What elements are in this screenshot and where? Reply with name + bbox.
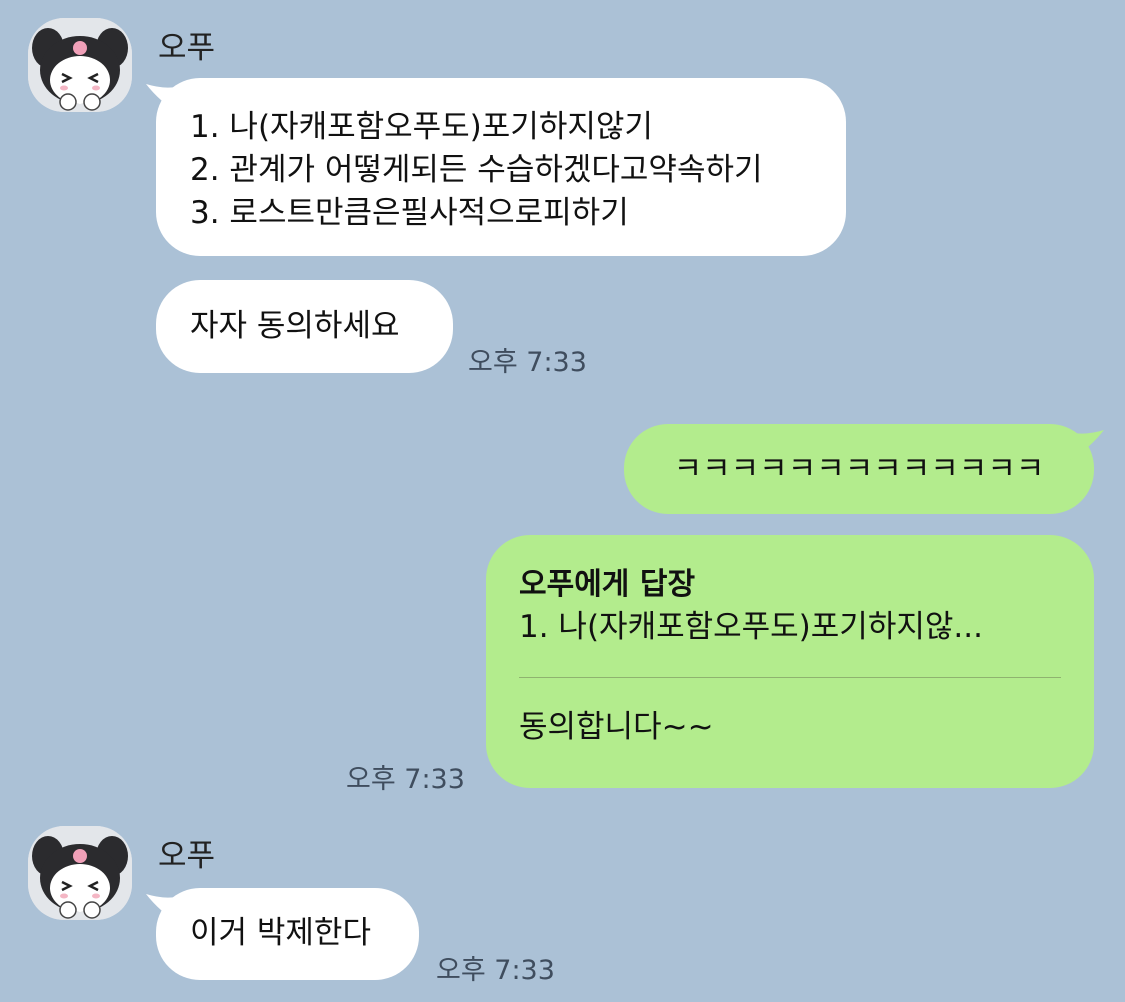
message-time: 오후 7:33 bbox=[468, 347, 587, 378]
outgoing-bubble[interactable]: ㅋㅋㅋㅋㅋㅋㅋㅋㅋㅋㅋㅋㅋ bbox=[624, 424, 1104, 514]
message-line: 3. 로스트만큼은필사적으로피하기 bbox=[190, 195, 629, 231]
sender-avatar[interactable] bbox=[28, 826, 132, 920]
message-bubble[interactable]: 이거 박제한다 bbox=[146, 888, 419, 980]
bubble-tail bbox=[146, 894, 180, 924]
chat-room: 오푸 1. 나(자캐포함오푸도)포기하지않기 2. 관계가 어떻게되든 수습하겠… bbox=[0, 0, 1125, 1002]
bubble-tail bbox=[1070, 430, 1104, 460]
message-line: 1. 나(자캐포함오푸도)포기하지않기 bbox=[190, 109, 653, 145]
message-time: 오후 7:33 bbox=[436, 955, 555, 986]
kuromi-avatar-icon bbox=[28, 18, 132, 112]
message-bubble[interactable]: 1. 나(자캐포함오푸도)포기하지않기 2. 관계가 어떻게되든 수습하겠다고약… bbox=[146, 78, 846, 256]
message-text: ㅋㅋㅋㅋㅋㅋㅋㅋㅋㅋㅋㅋㅋ bbox=[673, 451, 1045, 487]
message-text: 자자 동의하세요 bbox=[190, 308, 400, 344]
message-time: 오후 7:33 bbox=[346, 764, 465, 795]
reply-quote[interactable]: 1. 나(자캐포함오푸도)포기하지않... bbox=[519, 606, 1061, 649]
reply-bubble[interactable]: 오푸에게 답장 1. 나(자캐포함오푸도)포기하지않... 동의합니다~~ bbox=[486, 535, 1094, 788]
message-line: 2. 관계가 어떻게되든 수습하겠다고약속하기 bbox=[190, 152, 763, 188]
sender-name: 오푸 bbox=[158, 838, 216, 874]
message-bubble[interactable]: 자자 동의하세요 bbox=[156, 280, 453, 373]
kuromi-avatar-icon bbox=[28, 826, 132, 920]
reply-target: 오푸에게 답장 bbox=[519, 567, 696, 602]
sender-avatar[interactable] bbox=[28, 18, 132, 112]
message-text: 이거 박제한다 bbox=[190, 915, 371, 951]
bubble-tail bbox=[146, 84, 180, 114]
reply-divider bbox=[519, 677, 1061, 678]
sender-name: 오푸 bbox=[158, 30, 216, 66]
message-text: 동의합니다~~ bbox=[519, 709, 714, 745]
